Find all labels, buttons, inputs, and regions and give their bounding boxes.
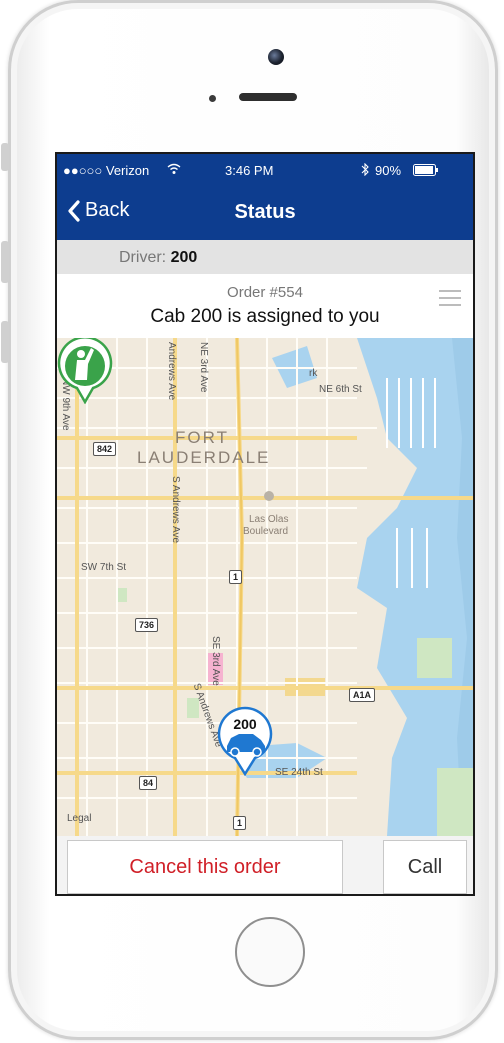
- volume-up-button: [1, 241, 9, 283]
- route-shield-1-north: 1: [229, 570, 243, 584]
- order-status-panel: Order #554 Cab 200 is assigned to you: [57, 274, 473, 339]
- driver-bar: Driver: 200: [57, 240, 473, 275]
- home-button[interactable]: [235, 917, 305, 987]
- street-label-se24: SE 24th St: [275, 767, 323, 778]
- pickup-location-pin-icon[interactable]: [57, 338, 113, 404]
- cab-number-badge: 200: [233, 716, 257, 732]
- assignment-message: Cab 200 is assigned to you: [150, 306, 380, 327]
- clock-time: 3:46 PM: [225, 163, 274, 178]
- carrier-label: ●●○○○ Verizon: [63, 163, 150, 178]
- action-bar: Cancel this order Call: [57, 836, 473, 894]
- map-view[interactable]: FORT LAUDERDALE NW 9th Ave Andrews Ave N…: [57, 338, 473, 836]
- driver-label: Driver:: [119, 249, 167, 266]
- street-label-s-andrews: S Andrews Ave: [170, 476, 181, 544]
- mute-switch: [1, 143, 9, 171]
- city-name-line1: FORT: [175, 428, 229, 447]
- battery-icon: [413, 164, 439, 179]
- street-label-ne6: NE 6th St: [319, 384, 362, 395]
- order-number: Order #554: [227, 284, 303, 301]
- driver-number: 200: [170, 249, 198, 266]
- battery-percent: 90%: [375, 163, 402, 178]
- map-legal-link[interactable]: Legal: [67, 813, 91, 824]
- menu-icon[interactable]: [439, 290, 461, 311]
- park-label: rk: [309, 368, 318, 379]
- front-camera: [268, 49, 284, 65]
- volume-down-button: [1, 321, 9, 363]
- cab-location-pin[interactable]: 200: [217, 706, 273, 776]
- proximity-sensor: [209, 95, 216, 102]
- city-name-line2: LAUDERDALE: [137, 448, 271, 467]
- street-label-sw7: SW 7th St: [81, 562, 127, 573]
- route-shield-a1a: A1A: [349, 688, 376, 702]
- cancel-order-button[interactable]: Cancel this order: [67, 840, 343, 894]
- boulevard-label: Boulevard: [243, 526, 289, 537]
- street-label-ne3: NE 3rd Ave: [198, 342, 209, 393]
- page-title: Status: [234, 201, 296, 223]
- route-shield-842: 842: [93, 442, 117, 456]
- phone-screen: ●●○○○ Verizon 3:46 PM 90% Back Status Dr…: [55, 152, 475, 896]
- route-shield-84: 84: [139, 776, 158, 790]
- navigation-bar: Back Status: [57, 186, 473, 240]
- las-olas-label: Las Olas: [249, 514, 289, 525]
- route-shield-736: 736: [135, 618, 159, 632]
- status-bar: ●●○○○ Verizon 3:46 PM 90%: [57, 154, 473, 186]
- wifi-icon: [167, 163, 181, 178]
- route-shield-1-south: 1: [233, 816, 247, 830]
- call-button[interactable]: Call: [383, 840, 467, 894]
- earpiece-speaker: [239, 93, 297, 101]
- street-label-andrews-top: Andrews Ave: [166, 342, 177, 401]
- driver-info: Driver: 200: [119, 249, 197, 267]
- street-label-se3: SE 3rd Ave: [210, 636, 221, 686]
- bluetooth-icon: [361, 162, 369, 179]
